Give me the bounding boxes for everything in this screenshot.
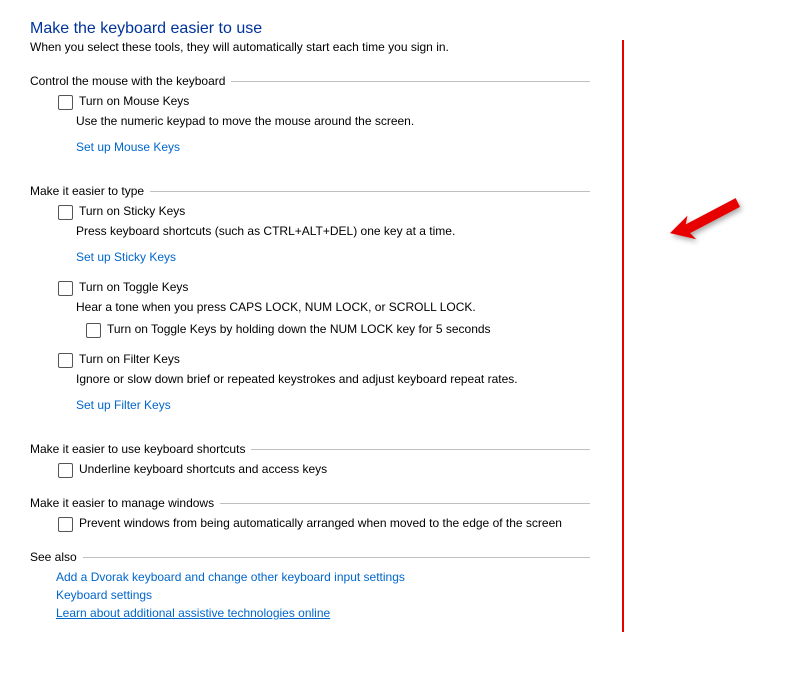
page-subtitle: When you select these tools, they will a… [30, 40, 771, 54]
divider [220, 503, 590, 504]
section-shortcuts: Make it easier to use keyboard shortcuts… [30, 442, 590, 478]
checkbox-filter-keys[interactable] [58, 353, 73, 368]
link-setup-filter-keys[interactable]: Set up Filter Keys [76, 398, 171, 412]
label-toggle-keys[interactable]: Turn on Toggle Keys [79, 280, 188, 294]
divider [83, 557, 590, 558]
label-toggle-hold[interactable]: Turn on Toggle Keys by holding down the … [107, 322, 491, 336]
desc-sticky-keys: Press keyboard shortcuts (such as CTRL+A… [76, 224, 576, 238]
label-prevent-arrange[interactable]: Prevent windows from being automatically… [79, 516, 562, 530]
section-windows: Make it easier to manage windows Prevent… [30, 496, 590, 532]
link-setup-mouse-keys[interactable]: Set up Mouse Keys [76, 140, 180, 154]
annotation-arrow-icon [660, 185, 750, 255]
label-underline[interactable]: Underline keyboard shortcuts and access … [79, 462, 327, 476]
label-filter-keys[interactable]: Turn on Filter Keys [79, 352, 180, 366]
link-dvorak[interactable]: Add a Dvorak keyboard and change other k… [56, 570, 590, 584]
checkbox-sticky-keys[interactable] [58, 205, 73, 220]
section-title-mouse: Control the mouse with the keyboard [30, 74, 225, 88]
section-mouse: Control the mouse with the keyboard Turn… [30, 74, 590, 166]
link-keyboard-settings[interactable]: Keyboard settings [56, 588, 590, 602]
label-mouse-keys[interactable]: Turn on Mouse Keys [79, 94, 189, 108]
label-sticky-keys[interactable]: Turn on Sticky Keys [79, 204, 185, 218]
section-type: Make it easier to type Turn on Sticky Ke… [30, 184, 590, 424]
link-setup-sticky-keys[interactable]: Set up Sticky Keys [76, 250, 176, 264]
divider [150, 191, 590, 192]
section-title-type: Make it easier to type [30, 184, 144, 198]
annotation-vertical-line [622, 40, 624, 632]
checkbox-toggle-keys[interactable] [58, 281, 73, 296]
desc-mouse-keys: Use the numeric keypad to move the mouse… [76, 114, 576, 128]
divider [251, 449, 590, 450]
desc-toggle-keys: Hear a tone when you press CAPS LOCK, NU… [76, 300, 576, 314]
link-learn-assistive[interactable]: Learn about additional assistive technol… [56, 606, 590, 620]
section-title-see-also: See also [30, 550, 77, 564]
section-title-shortcuts: Make it easier to use keyboard shortcuts [30, 442, 245, 456]
section-title-windows: Make it easier to manage windows [30, 496, 214, 510]
checkbox-toggle-hold[interactable] [86, 323, 101, 338]
page-title: Make the keyboard easier to use [30, 20, 771, 38]
checkbox-mouse-keys[interactable] [58, 95, 73, 110]
desc-filter-keys: Ignore or slow down brief or repeated ke… [76, 372, 576, 386]
checkbox-underline[interactable] [58, 463, 73, 478]
divider [231, 81, 590, 82]
checkbox-prevent-arrange[interactable] [58, 517, 73, 532]
section-see-also: See also Add a Dvorak keyboard and chang… [30, 550, 590, 620]
